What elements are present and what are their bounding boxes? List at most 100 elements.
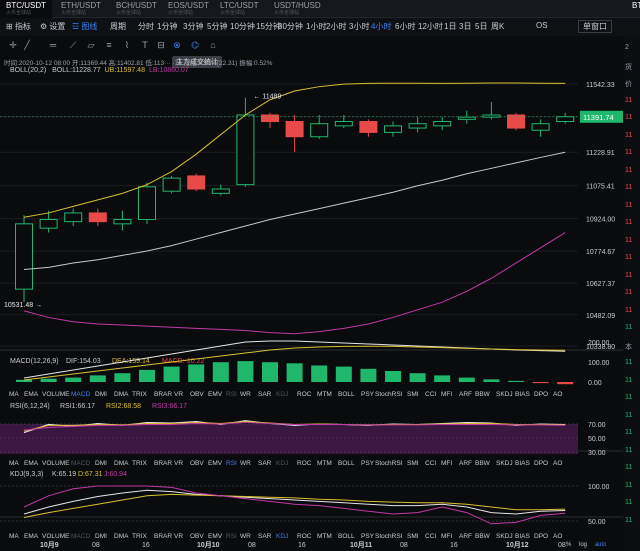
indicator-tab-vr: VR bbox=[174, 533, 183, 540]
indicator-tab-psy: PSY bbox=[361, 391, 375, 398]
period-14[interactable]: 3日 bbox=[459, 21, 471, 32]
indicator-tab-brar: BRAR bbox=[154, 460, 172, 467]
tab-eth-usdt[interactable]: ETH/USDT 火币全球站 bbox=[55, 0, 107, 18]
indicator-tab-arf: ARF bbox=[459, 533, 472, 540]
tab-exchange: 火币全球站 bbox=[274, 10, 300, 16]
tab-label: BCH/USDT bbox=[116, 1, 157, 10]
tab-bch-usdt[interactable]: BCH/USDT 火币全球站 bbox=[110, 0, 163, 18]
hline-tool-icon[interactable]: ═ bbox=[48, 40, 58, 50]
indicator-tab-mtm: MTM bbox=[317, 391, 332, 398]
indicator-tab-vr: VR bbox=[174, 460, 183, 467]
macd-bar bbox=[385, 371, 401, 382]
macd-dea: DEA:159.14 bbox=[112, 358, 150, 365]
period-10[interactable]: 4小时 bbox=[371, 21, 391, 32]
indicator-tab-mfi: MFI bbox=[441, 391, 452, 398]
indicator-tab-ao: AO bbox=[553, 460, 562, 467]
period-11[interactable]: 6小时 bbox=[395, 21, 415, 32]
order-book-strip: 2 货价 11 11 11 11 11 11 11 11 11 11 11 11 11 11 本 11 11 11 11… bbox=[623, 36, 640, 551]
auto-toggle[interactable]: auto bbox=[595, 542, 607, 548]
time-axis-label: 08 bbox=[558, 542, 566, 549]
macd-bar bbox=[114, 373, 131, 382]
indicator-tab-sar: SAR bbox=[258, 391, 272, 398]
indicator-tab-kdj: KDJ bbox=[276, 460, 288, 467]
indicator-tab-macd: MACD bbox=[71, 391, 90, 398]
indicator-tab-bias: BIAS bbox=[515, 460, 530, 467]
candle-body bbox=[64, 212, 83, 223]
boll-mid-line bbox=[23, 151, 566, 271]
order-book-price: 11 bbox=[625, 219, 633, 226]
period-2[interactable]: 3分钟 bbox=[183, 21, 203, 32]
indicator-tab-ma: MA bbox=[9, 533, 19, 540]
period-12[interactable]: 12小时 bbox=[418, 21, 443, 32]
indicator-tab-dpo: DPO bbox=[534, 460, 548, 467]
line-tool-icon[interactable]: ╱ bbox=[22, 40, 32, 50]
time-axis-label: 08 bbox=[248, 542, 256, 549]
period-13[interactable]: 1日 bbox=[444, 21, 456, 32]
chart-style-button[interactable]: ☲ 图线 bbox=[72, 21, 97, 32]
settings-button[interactable]: ⚙ 设置 bbox=[40, 21, 65, 32]
candle-body bbox=[433, 121, 452, 127]
log-toggle[interactable]: log bbox=[579, 542, 587, 548]
indicator-tab-dma: DMA bbox=[114, 391, 129, 398]
indicator-tab-cci: CCI bbox=[425, 533, 436, 540]
indicator-tab-sar: SAR bbox=[258, 460, 272, 467]
lock-icon[interactable]: ⌂ bbox=[208, 40, 218, 50]
magnet-icon[interactable]: ⌬ bbox=[190, 40, 200, 50]
period-15[interactable]: 5日 bbox=[475, 21, 487, 32]
period-1[interactable]: 1分钟 bbox=[157, 21, 177, 32]
tab-ltc-usdt[interactable]: LTC/USDT 火币全球站 bbox=[214, 0, 265, 18]
period-4[interactable]: 10分钟 bbox=[230, 21, 255, 32]
kdj-name: KDJ(9,3,3) bbox=[10, 471, 43, 478]
indicator-tab-dmi: DMI bbox=[95, 391, 107, 398]
period-9[interactable]: 3小时 bbox=[349, 21, 369, 32]
macd-bar bbox=[40, 378, 57, 382]
tab-btc-usdt[interactable]: BTC/USDT 火币全球站 bbox=[0, 0, 52, 18]
indicator-tab-ao: AO bbox=[553, 533, 562, 540]
tab-label: BTC/USDT bbox=[6, 1, 46, 10]
time-axis-label: 08 bbox=[92, 542, 100, 549]
order-book-price: 11 bbox=[625, 131, 633, 139]
period-0[interactable]: 分时 bbox=[138, 21, 154, 32]
order-book-price: 11 bbox=[625, 149, 633, 156]
period-8[interactable]: 2小时 bbox=[326, 21, 346, 32]
tab-partial[interactable]: BT bbox=[626, 0, 640, 18]
macd-axis-label: 100.00 bbox=[588, 360, 610, 367]
tab-exchange: 火币全球站 bbox=[220, 10, 246, 16]
indicator-button[interactable]: ⊞ 指标 bbox=[6, 21, 31, 32]
ray-tool-icon[interactable]: ⟋ bbox=[68, 40, 78, 50]
candle-body bbox=[457, 116, 476, 120]
order-book-price: 本 bbox=[625, 343, 632, 351]
crosshair-icon[interactable]: ✛ bbox=[8, 40, 18, 50]
candle-body bbox=[88, 212, 107, 223]
indicator-tab-ao: AO bbox=[553, 391, 562, 398]
tab-eos-usdt[interactable]: EOS/USDT 火币全球站 bbox=[162, 0, 215, 18]
time-axis-label: 10月12 bbox=[506, 541, 529, 549]
text-tool-icon[interactable]: T bbox=[140, 40, 150, 50]
pattern-tool-icon[interactable]: ⌇ bbox=[122, 40, 132, 50]
indicator-tab-emv: EMV bbox=[208, 533, 223, 540]
time-axis-label: 16 bbox=[142, 542, 150, 549]
chart-canvas[interactable]: 11542.33 11391.74 11228.91 11075.41 10924.00… bbox=[0, 54, 623, 551]
candle-body bbox=[261, 114, 279, 123]
tab-usdt-husd[interactable]: USDT/HUSD 火币全球站 bbox=[268, 0, 327, 18]
current-price-text: 11391.74 bbox=[583, 113, 614, 122]
channel-tool-icon[interactable]: ▱ bbox=[86, 40, 96, 50]
macd-bar bbox=[557, 382, 574, 385]
period-7[interactable]: 1小时 bbox=[306, 21, 326, 32]
fib-tool-icon[interactable]: ≡ bbox=[104, 40, 114, 50]
macd-bar bbox=[532, 382, 549, 384]
indicator-tab-mfi: MFI bbox=[441, 460, 452, 467]
indicator-tab-trix: TRIX bbox=[132, 533, 147, 540]
measure-tool-icon[interactable]: ⊟ bbox=[156, 40, 166, 50]
order-book-price: 11 bbox=[625, 446, 633, 454]
percent-toggle[interactable]: % bbox=[566, 542, 571, 548]
period-16[interactable]: 周K bbox=[491, 21, 504, 32]
layout-select[interactable]: 单窗口 bbox=[578, 20, 612, 33]
stats-tool-icon[interactable]: ⊗ bbox=[172, 40, 182, 50]
macd-bar bbox=[434, 375, 451, 382]
period-6[interactable]: 30分钟 bbox=[278, 21, 303, 32]
order-book-price: 价 bbox=[625, 81, 632, 88]
time-axis-label: 16 bbox=[450, 542, 458, 549]
macd-bar bbox=[139, 369, 155, 382]
period-3[interactable]: 5分钟 bbox=[207, 21, 227, 32]
